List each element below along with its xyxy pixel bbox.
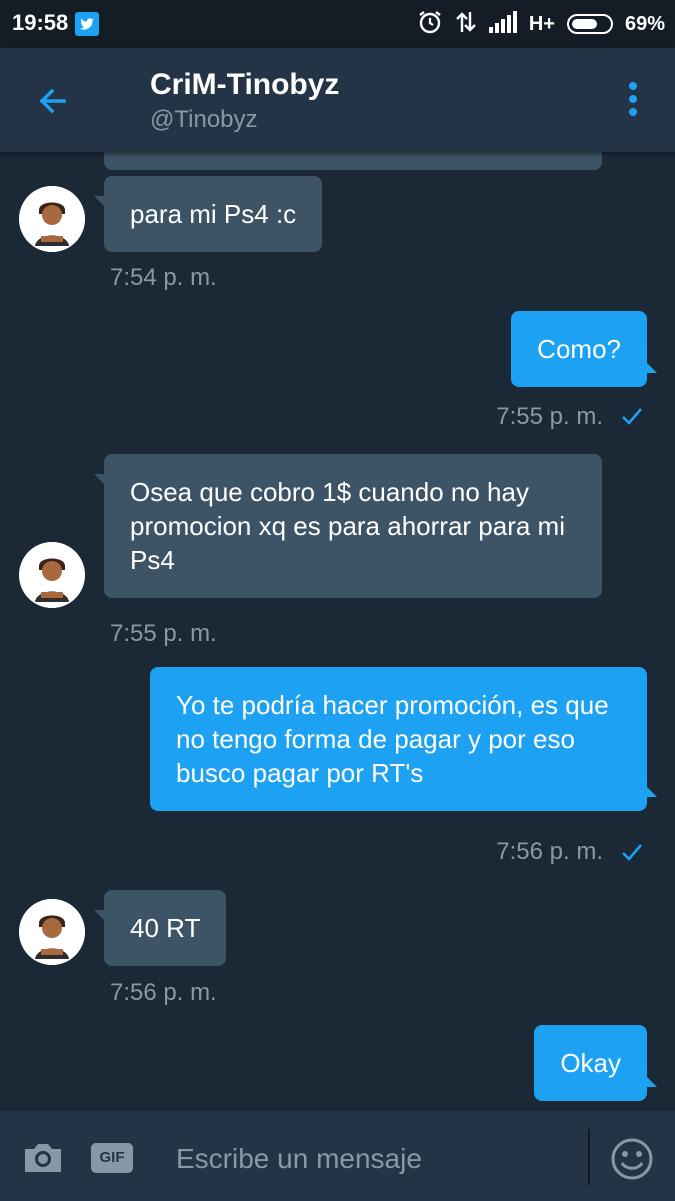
contact-handle: @Tinobyz bbox=[150, 106, 258, 133]
more-options-icon[interactable] bbox=[618, 78, 648, 122]
message-list[interactable]: para mi Ps4 :c 7:54 p. m. Como? 7:55 p. … bbox=[0, 152, 675, 1110]
message-text: Osea que cobro 1$ cuando no hay promocio… bbox=[130, 477, 565, 575]
message-bubble-incoming[interactable]: 40 RT bbox=[93, 890, 227, 966]
message-bubble-outgoing[interactable]: Como? bbox=[511, 311, 657, 387]
avatar[interactable] bbox=[19, 186, 85, 252]
message-bubble-outgoing[interactable]: Yo te podría hacer promoción, es que no … bbox=[150, 667, 657, 811]
read-check-icon bbox=[622, 408, 642, 425]
message-text: 40 RT bbox=[130, 913, 201, 943]
camera-icon[interactable] bbox=[22, 1141, 64, 1175]
message-timestamp: 7:55 p. m. bbox=[110, 620, 217, 647]
status-time: 19:58 bbox=[12, 10, 69, 35]
message-text: Yo te podría hacer promoción, es que no … bbox=[176, 690, 609, 788]
message-bubble-outgoing[interactable]: Okay bbox=[534, 1025, 657, 1101]
status-bar: 19:58 H+ 69% bbox=[0, 0, 675, 48]
conversation-header: CriM-Tinobyz @Tinobyz bbox=[0, 48, 675, 152]
contact-name[interactable]: CriM-Tinobyz bbox=[150, 68, 339, 102]
twitter-icon bbox=[75, 12, 99, 36]
network-type: H+ bbox=[528, 12, 555, 35]
message-bubble-incoming[interactable]: Osea que cobro 1$ cuando no hay promocio… bbox=[94, 454, 602, 598]
data-transfer-icon bbox=[455, 10, 477, 39]
divider bbox=[588, 1129, 590, 1185]
back-arrow-icon[interactable] bbox=[30, 78, 76, 124]
signal-icon bbox=[488, 10, 517, 38]
read-check-icon bbox=[622, 844, 642, 861]
avatar[interactable] bbox=[19, 899, 85, 965]
message-timestamp: 7:54 p. m. bbox=[110, 264, 217, 291]
compose-bar: GIF bbox=[0, 1110, 675, 1201]
alarm-icon bbox=[417, 9, 443, 40]
message-bubble-incoming[interactable]: para mi Ps4 :c bbox=[93, 176, 323, 252]
message-timestamp: 7:56 p. m. bbox=[110, 979, 217, 1006]
message-text: Como? bbox=[537, 334, 621, 364]
message-timestamp: 7:56 p. m. bbox=[496, 838, 603, 865]
gif-button[interactable]: GIF bbox=[91, 1143, 133, 1173]
battery-percent: 69% bbox=[624, 12, 665, 35]
message-text: para mi Ps4 :c bbox=[130, 199, 297, 229]
emoji-icon[interactable] bbox=[610, 1137, 654, 1181]
message-text: Okay bbox=[560, 1048, 621, 1078]
message-bubble-partial[interactable] bbox=[104, 152, 602, 170]
avatar[interactable] bbox=[19, 542, 85, 608]
message-input[interactable] bbox=[160, 1135, 588, 1183]
battery-icon bbox=[566, 14, 613, 34]
message-timestamp: 7:55 p. m. bbox=[496, 403, 603, 430]
